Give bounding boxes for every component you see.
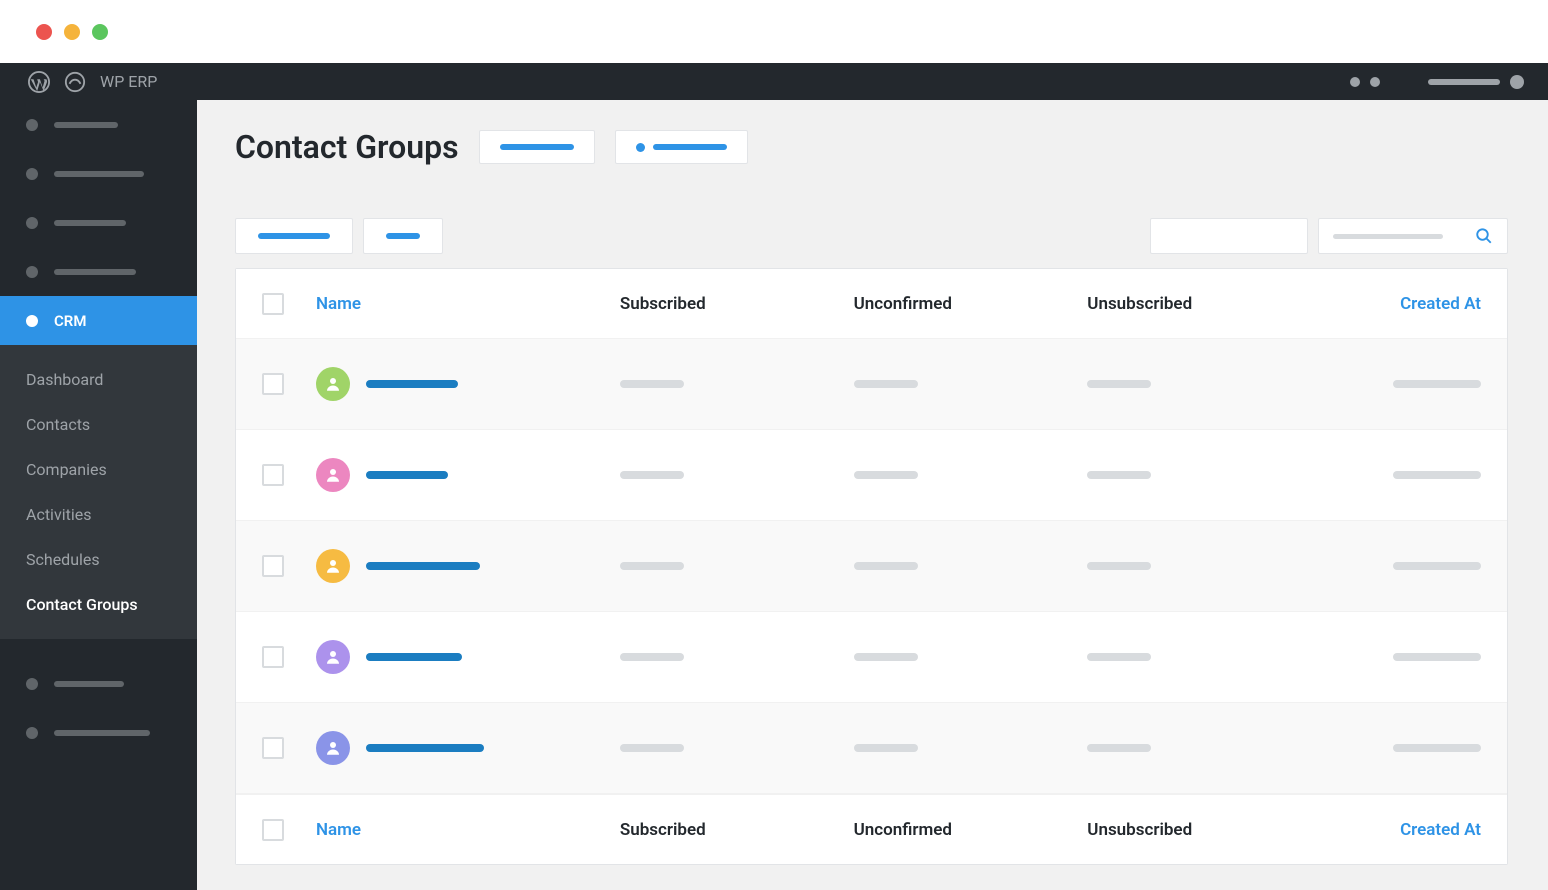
row-checkbox[interactable]	[262, 373, 284, 395]
admin-sidebar: CRM Dashboard Contacts Companies Activit…	[0, 100, 197, 890]
table-row[interactable]	[236, 703, 1507, 794]
user-avatar-icon	[316, 549, 350, 583]
table-row[interactable]	[236, 430, 1507, 521]
unsubscribed-value	[1087, 653, 1151, 661]
admin-topbar: WP ERP	[0, 63, 1548, 100]
table-row[interactable]	[236, 339, 1507, 430]
topbar-right-controls	[1350, 75, 1524, 89]
column-header-name[interactable]: Name	[316, 294, 361, 314]
subscribed-value	[620, 471, 684, 479]
window-chrome	[0, 0, 1548, 63]
column-header-unsubscribed[interactable]: Unsubscribed	[1087, 820, 1192, 840]
subscribed-value	[620, 562, 684, 570]
filter-button[interactable]	[363, 218, 443, 254]
unconfirmed-value	[854, 653, 918, 661]
created-at-value	[1393, 380, 1481, 388]
table-footer-row: Name Subscribed Unconfirmed Unsubscribed…	[236, 794, 1507, 864]
unconfirmed-value	[854, 744, 918, 752]
search-input[interactable]	[1318, 218, 1508, 254]
select-all-checkbox[interactable]	[262, 293, 284, 315]
erp-icon[interactable]	[64, 71, 86, 93]
table-header-row: Name Subscribed Unconfirmed Unsubscribed…	[236, 269, 1507, 339]
sidebar-sub-contacts[interactable]: Contacts	[0, 402, 197, 447]
sidebar-sub-activities[interactable]: Activities	[0, 492, 197, 537]
select-all-checkbox[interactable]	[262, 819, 284, 841]
column-header-unconfirmed[interactable]: Unconfirmed	[854, 294, 952, 314]
group-name[interactable]	[366, 744, 484, 752]
sidebar-submenu: Dashboard Contacts Companies Activities …	[0, 345, 197, 639]
row-checkbox[interactable]	[262, 737, 284, 759]
sidebar-item[interactable]	[0, 247, 197, 296]
user-avatar-icon	[316, 458, 350, 492]
subscribed-value	[620, 653, 684, 661]
minimize-window-icon[interactable]	[64, 24, 80, 40]
contact-groups-table: Name Subscribed Unconfirmed Unsubscribed…	[235, 268, 1508, 865]
page-title: Contact Groups	[235, 128, 459, 166]
main-content: Contact Groups Name Subscribed Unconfirm…	[197, 100, 1548, 890]
column-header-name[interactable]: Name	[316, 820, 361, 840]
sidebar-item[interactable]	[0, 708, 197, 757]
group-name[interactable]	[366, 380, 458, 388]
table-row[interactable]	[236, 521, 1507, 612]
topbar-avatar-icon[interactable]	[1510, 75, 1524, 89]
column-header-created[interactable]: Created At	[1400, 820, 1481, 840]
sidebar-item[interactable]	[0, 659, 197, 708]
subscribed-value	[620, 744, 684, 752]
unsubscribed-value	[1087, 744, 1151, 752]
column-header-subscribed[interactable]: Subscribed	[620, 294, 706, 314]
unconfirmed-value	[854, 562, 918, 570]
close-window-icon[interactable]	[36, 24, 52, 40]
column-header-subscribed[interactable]: Subscribed	[620, 820, 706, 840]
topbar-indicator-icon[interactable]	[1370, 77, 1380, 87]
header-action-button[interactable]	[615, 130, 748, 164]
sidebar-item-label: CRM	[54, 312, 86, 330]
created-at-value	[1393, 562, 1481, 570]
sidebar-sub-companies[interactable]: Companies	[0, 447, 197, 492]
filter-button[interactable]	[235, 218, 353, 254]
user-avatar-icon	[316, 731, 350, 765]
search-placeholder	[1333, 234, 1443, 239]
created-at-value	[1393, 471, 1481, 479]
sidebar-sub-dashboard[interactable]: Dashboard	[0, 357, 197, 402]
unconfirmed-value	[854, 471, 918, 479]
group-name[interactable]	[366, 653, 462, 661]
search-icon	[1475, 227, 1493, 245]
app-name[interactable]: WP ERP	[100, 72, 157, 91]
sidebar-item-crm[interactable]: CRM	[0, 296, 197, 345]
unsubscribed-value	[1087, 380, 1151, 388]
subscribed-value	[620, 380, 684, 388]
row-checkbox[interactable]	[262, 555, 284, 577]
table-row[interactable]	[236, 612, 1507, 703]
row-checkbox[interactable]	[262, 646, 284, 668]
created-at-value	[1393, 744, 1481, 752]
sidebar-sub-schedules[interactable]: Schedules	[0, 537, 197, 582]
unconfirmed-value	[854, 380, 918, 388]
user-avatar-icon	[316, 640, 350, 674]
group-name[interactable]	[366, 562, 480, 570]
topbar-indicator-icon[interactable]	[1350, 77, 1360, 87]
unsubscribed-value	[1087, 562, 1151, 570]
sidebar-item[interactable]	[0, 149, 197, 198]
unsubscribed-value	[1087, 471, 1151, 479]
header-action-button[interactable]	[479, 130, 595, 164]
topbar-user-label[interactable]	[1428, 79, 1500, 85]
column-header-created[interactable]: Created At	[1400, 294, 1481, 314]
user-avatar-icon	[316, 367, 350, 401]
column-header-unconfirmed[interactable]: Unconfirmed	[854, 820, 952, 840]
maximize-window-icon[interactable]	[92, 24, 108, 40]
row-checkbox[interactable]	[262, 464, 284, 486]
column-header-unsubscribed[interactable]: Unsubscribed	[1087, 294, 1192, 314]
created-at-value	[1393, 653, 1481, 661]
filter-input[interactable]	[1150, 218, 1308, 254]
sidebar-item[interactable]	[0, 198, 197, 247]
sidebar-sub-contact-groups[interactable]: Contact Groups	[0, 582, 197, 627]
group-name[interactable]	[366, 471, 448, 479]
filter-row	[235, 218, 1508, 254]
wordpress-icon[interactable]	[28, 71, 50, 93]
page-header: Contact Groups	[235, 100, 1508, 166]
sidebar-item[interactable]	[0, 100, 197, 149]
